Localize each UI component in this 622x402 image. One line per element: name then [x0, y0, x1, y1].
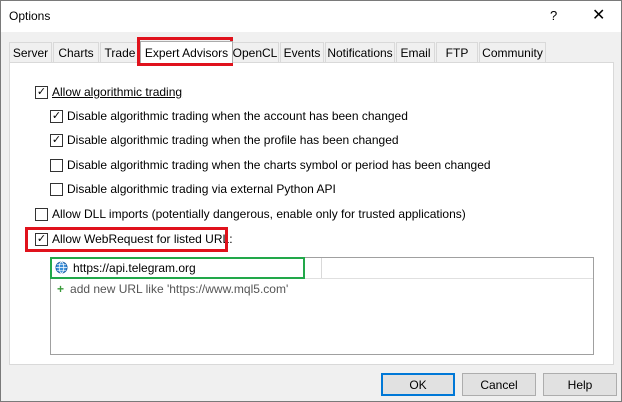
disable-account-label: Disable algorithmic trading when the acc…	[67, 109, 408, 123]
close-icon[interactable]: ✕	[592, 5, 605, 25]
tab-charts[interactable]: Charts	[53, 42, 99, 62]
allow-algo-trading-option[interactable]: ✓ Allow algorithmic trading	[35, 85, 182, 99]
checkbox-disable-python[interactable]	[50, 182, 63, 196]
tab-ftp[interactable]: FTP	[436, 42, 478, 62]
checkbox-disable-account[interactable]: ✓	[50, 109, 63, 123]
checkbox-disable-symbol[interactable]	[50, 158, 63, 172]
tab-community[interactable]: Community	[479, 42, 546, 62]
highlight-url-entry	[50, 257, 305, 279]
tab-server[interactable]: Server	[9, 42, 52, 62]
help-icon[interactable]: ?	[550, 8, 557, 23]
disable-symbol-label: Disable algorithmic trading when the cha…	[67, 158, 491, 172]
options-dialog: Options ? ✕ Server Charts Trade Expert A…	[0, 0, 622, 402]
add-url-hint: add new URL like 'https://www.mql5.com'	[70, 282, 289, 296]
title-bar: Options ? ✕	[1, 1, 621, 32]
ok-button[interactable]: OK	[381, 373, 455, 396]
highlight-allow-webrequest	[25, 227, 228, 252]
cancel-button[interactable]: Cancel	[462, 373, 536, 396]
tab-events[interactable]: Events	[280, 42, 324, 62]
disable-profile-option[interactable]: ✓ Disable algorithmic trading when the p…	[50, 133, 399, 147]
allow-dll-label: Allow DLL imports (potentially dangerous…	[52, 207, 466, 221]
checkbox-disable-profile[interactable]: ✓	[50, 133, 63, 147]
allow-algo-label: Allow algorithmic trading	[52, 85, 183, 99]
tab-trade[interactable]: Trade	[100, 42, 140, 62]
disable-python-option[interactable]: Disable algorithmic trading via external…	[50, 182, 336, 196]
disable-symbol-option[interactable]: Disable algorithmic trading when the cha…	[50, 158, 491, 172]
plus-icon: +	[57, 282, 65, 296]
tab-opencl[interactable]: OpenCL	[231, 42, 279, 62]
tab-email[interactable]: Email	[396, 42, 435, 62]
allow-dll-option[interactable]: Allow DLL imports (potentially dangerous…	[35, 207, 466, 221]
help-button[interactable]: Help	[543, 373, 617, 396]
checkbox-allow-dll[interactable]	[35, 207, 48, 221]
tab-notifications[interactable]: Notifications	[325, 42, 395, 62]
add-url-row[interactable]: + add new URL like 'https://www.mql5.com'	[57, 282, 288, 296]
tab-expert-advisors[interactable]: Expert Advisors	[140, 41, 233, 63]
disable-python-label: Disable algorithmic trading via external…	[67, 182, 336, 196]
checkbox-allow-algo[interactable]: ✓	[35, 85, 48, 99]
column-divider	[321, 258, 322, 278]
disable-account-option[interactable]: ✓ Disable algorithmic trading when the a…	[50, 109, 408, 123]
window-title: Options	[9, 9, 51, 23]
disable-profile-label: Disable algorithmic trading when the pro…	[67, 133, 399, 147]
